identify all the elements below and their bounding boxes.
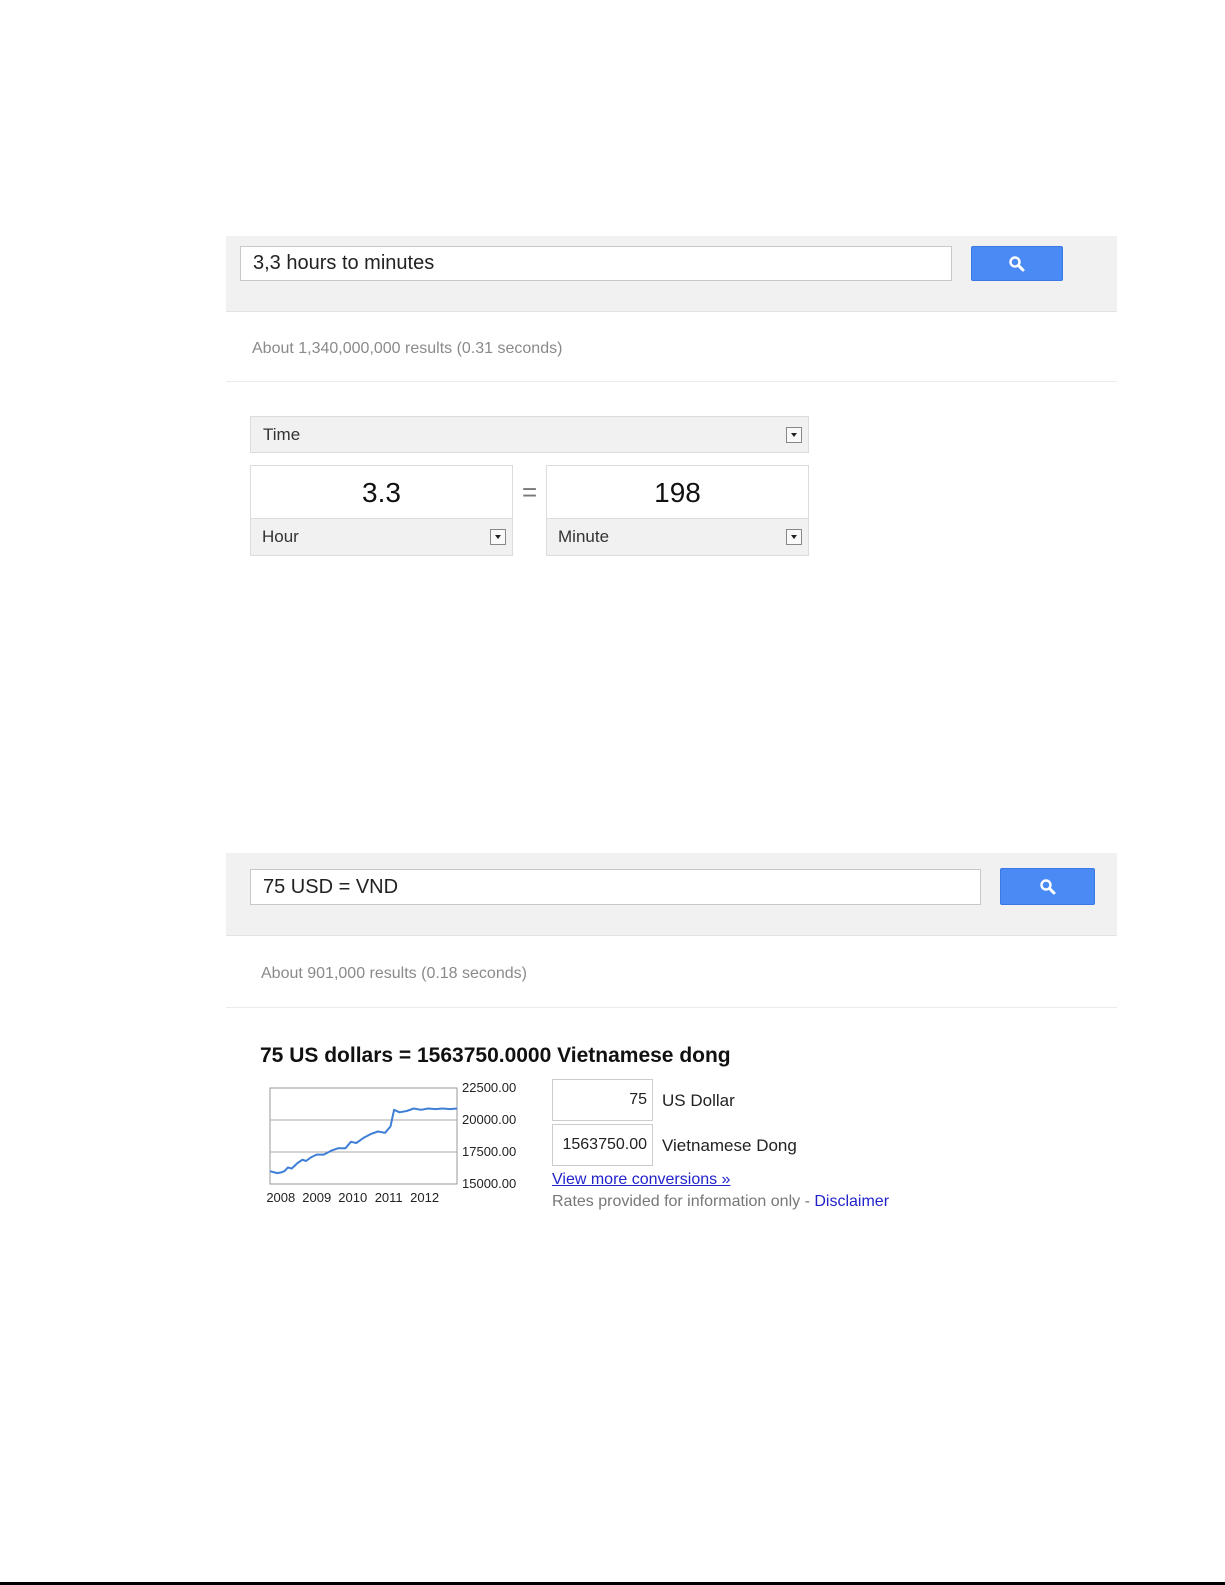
unit-category-select[interactable]: Time bbox=[250, 416, 809, 453]
chart-plot-frame bbox=[269, 1087, 458, 1185]
search-panel-top bbox=[226, 236, 1117, 312]
search-icon bbox=[1009, 255, 1025, 271]
unit-to-label: Minute bbox=[558, 527, 610, 546]
unit-from-box: 3.3 Hour bbox=[250, 465, 513, 556]
chart-x-tick-label: 2011 bbox=[375, 1190, 403, 1205]
currency-from-label: US Dollar bbox=[662, 1091, 735, 1110]
search-input[interactable] bbox=[240, 246, 952, 281]
chart-y-tick-label: 22500.00 bbox=[462, 1080, 516, 1095]
divider bbox=[226, 381, 1117, 382]
unit-from-label: Hour bbox=[262, 527, 299, 546]
search-button[interactable] bbox=[971, 246, 1063, 281]
result-stats: About 1,340,000,000 results (0.31 second… bbox=[252, 340, 563, 357]
disclaimer-link[interactable]: Disclaimer bbox=[814, 1193, 889, 1210]
unit-to-select[interactable]: Minute bbox=[547, 518, 808, 555]
unit-from-select[interactable]: Hour bbox=[251, 518, 512, 555]
chart-x-tick-label: 2010 bbox=[338, 1190, 367, 1205]
chart-x-tick-label: 2012 bbox=[410, 1190, 439, 1205]
chart-y-tick-label: 15000.00 bbox=[462, 1176, 516, 1191]
search-icon bbox=[1039, 878, 1055, 894]
amount-from-input[interactable]: 75 bbox=[552, 1079, 653, 1121]
view-more-conversions-link[interactable]: View more conversions » bbox=[552, 1171, 730, 1189]
chart-y-tick-label: 17500.00 bbox=[462, 1144, 516, 1159]
result-stats: About 901,000 results (0.18 seconds) bbox=[261, 965, 527, 982]
chart-x-tick-label: 2009 bbox=[302, 1190, 331, 1205]
chart-x-tick-label: 2008 bbox=[266, 1190, 295, 1205]
divider bbox=[226, 1007, 1117, 1008]
amount-to-input[interactable]: 1563750.00 bbox=[552, 1124, 653, 1166]
currency-result-title: 75 US dollars = 1563750.0000 Vietnamese … bbox=[260, 1044, 731, 1067]
chart-y-tick-label: 20000.00 bbox=[462, 1112, 516, 1127]
search-input[interactable] bbox=[250, 869, 981, 905]
currency-to-label: Vietnamese Dong bbox=[662, 1136, 797, 1155]
disclaimer-line: Rates provided for information only - Di… bbox=[552, 1193, 889, 1211]
unit-from-value[interactable]: 3.3 bbox=[251, 466, 512, 520]
chevron-down-icon[interactable] bbox=[786, 529, 802, 545]
chevron-down-icon[interactable] bbox=[786, 426, 802, 443]
equals-sign: = bbox=[522, 477, 538, 507]
unit-to-value[interactable]: 198 bbox=[547, 466, 808, 520]
exchange-rate-chart: 22500.00 20000.00 17500.00 15000.00 2008 2009… bbox=[266, 1080, 516, 1205]
disclaimer-text: Rates provided for information only - bbox=[552, 1193, 815, 1210]
unit-to-box: 198 Minute bbox=[546, 465, 809, 556]
search-button[interactable] bbox=[1000, 868, 1095, 905]
search-panel-bottom bbox=[226, 853, 1117, 936]
chevron-down-icon[interactable] bbox=[490, 529, 506, 545]
unit-category-label: Time bbox=[263, 424, 301, 444]
